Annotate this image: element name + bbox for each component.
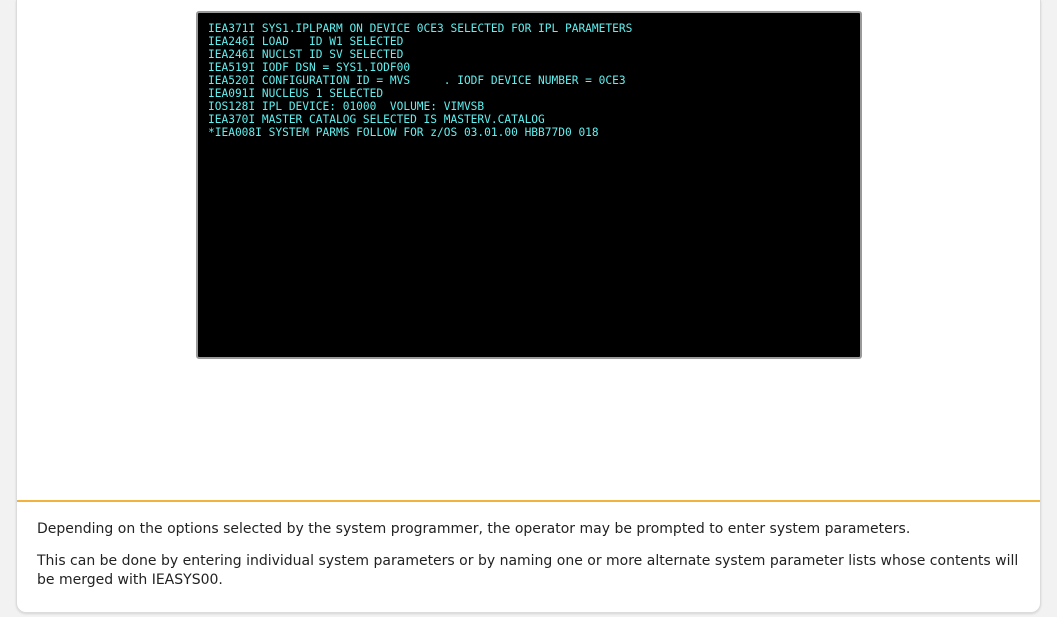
console-screen: IEA371I SYS1.IPLPARM ON DEVICE 0CE3 SELE… (196, 11, 862, 359)
description-paragraph: This can be done by entering individual … (37, 553, 1019, 588)
console-stage: IEA371I SYS1.IPLPARM ON DEVICE 0CE3 SELE… (17, 0, 1040, 500)
console-line: IEA246I NUCLST ID SV SELECTED (208, 48, 404, 61)
console-line: IOS128I IPL DEVICE: 01000 VOLUME: VIMVSB (208, 100, 485, 113)
console-line: IEA519I IODF DSN = SYS1.IODF00 (208, 61, 411, 74)
description-paragraph: Depending on the options selected by the… (37, 521, 911, 537)
console-line: *IEA008I SYSTEM PARMS FOLLOW FOR z/OS 03… (208, 126, 599, 139)
section-divider (17, 500, 1040, 502)
console-line: IEA371I SYS1.IPLPARM ON DEVICE 0CE3 SELE… (208, 22, 633, 35)
console-line: IEA091I NUCLEUS 1 SELECTED (208, 87, 384, 100)
console-line: IEA520I CONFIGURATION ID = MVS . IODF DE… (208, 74, 626, 87)
console-line: IEA246I LOAD ID W1 SELECTED (208, 35, 404, 48)
console-line: IEA370I MASTER CATALOG SELECTED IS MASTE… (208, 113, 545, 126)
content-card: IEA371I SYS1.IPLPARM ON DEVICE 0CE3 SELE… (16, 0, 1041, 613)
description-text: Depending on the options selected by the… (37, 520, 1022, 603)
